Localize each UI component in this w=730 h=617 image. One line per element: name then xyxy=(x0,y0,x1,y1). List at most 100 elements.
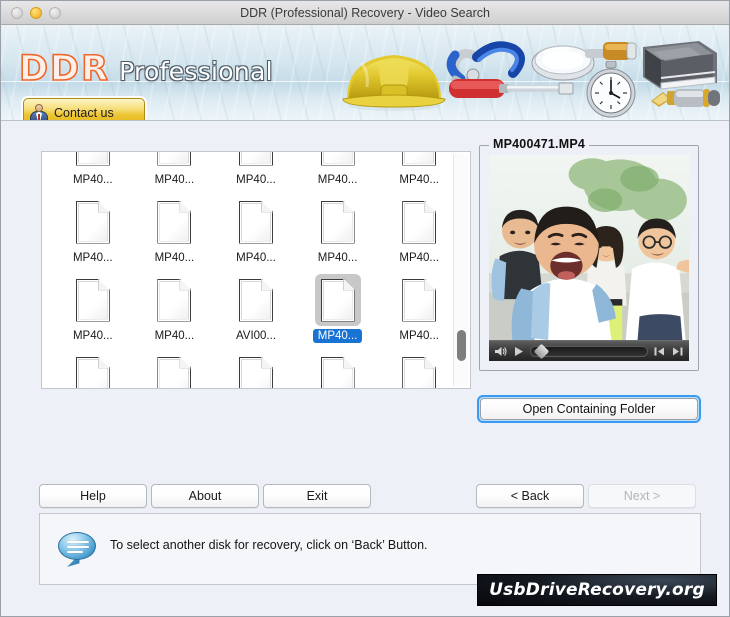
hard-hat-icon xyxy=(342,55,446,111)
file-item[interactable]: MP40... xyxy=(378,152,460,192)
file-item[interactable]: MP40... xyxy=(378,196,460,270)
file-icon-wrap xyxy=(70,152,116,170)
document-icon xyxy=(402,278,437,322)
file-icon-wrap xyxy=(151,152,197,170)
document-icon xyxy=(157,278,192,322)
file-item[interactable]: MP40... xyxy=(134,196,216,270)
document-icon xyxy=(157,200,192,244)
preview-file-name: MP400471.MP4 xyxy=(489,137,590,151)
file-name-label: MP40... xyxy=(399,252,439,264)
help-button[interactable]: Help xyxy=(39,484,147,508)
tools-illustration xyxy=(325,25,725,120)
minimize-button[interactable] xyxy=(30,6,42,19)
back-button[interactable]: < Back xyxy=(476,484,584,508)
file-name-label: MP40... xyxy=(72,252,113,264)
exit-button[interactable]: Exit xyxy=(263,484,371,508)
step-back-icon[interactable] xyxy=(653,345,666,358)
file-item[interactable] xyxy=(378,352,460,388)
about-button[interactable]: About xyxy=(151,484,259,508)
close-button[interactable] xyxy=(11,6,23,19)
speaker-icon[interactable] xyxy=(494,345,507,358)
file-item-selected[interactable]: MP40... xyxy=(297,274,379,348)
seek-slider[interactable] xyxy=(530,343,648,359)
file-icon-wrap xyxy=(396,196,442,248)
document-icon xyxy=(75,356,110,388)
file-icon-wrap xyxy=(314,274,361,326)
zoom-button[interactable] xyxy=(49,6,61,19)
file-grid: MP40... MP40... MP40... MP40... MP40... MP40.… xyxy=(42,152,470,388)
document-icon xyxy=(320,200,355,244)
file-item[interactable]: MP40... xyxy=(52,196,134,270)
file-list-panel[interactable]: MP40... MP40... MP40... MP40... MP40... MP40.… xyxy=(41,151,471,389)
stopwatch-icon xyxy=(586,61,636,118)
file-item[interactable]: MP40... xyxy=(215,152,297,192)
file-item[interactable]: MP40... xyxy=(134,274,216,348)
file-name-label: MP40... xyxy=(236,174,276,186)
file-item[interactable] xyxy=(297,352,379,388)
contact-us-button[interactable]: Contact us xyxy=(23,98,145,120)
file-name-label: MP40... xyxy=(72,330,113,342)
application-window: DDR (Professional) Recovery - Video Sear… xyxy=(0,0,730,617)
open-containing-folder-button[interactable]: Open Containing Folder xyxy=(480,398,698,420)
play-icon[interactable] xyxy=(512,345,525,358)
file-item[interactable] xyxy=(52,352,134,388)
watermark: UsbDriveRecovery.org xyxy=(477,574,717,606)
file-icon-wrap xyxy=(151,196,197,248)
document-icon xyxy=(238,152,273,166)
file-item[interactable]: AVI00... xyxy=(215,274,297,348)
file-item[interactable]: MP40... xyxy=(378,274,460,348)
file-icon-wrap xyxy=(70,352,116,388)
video-player[interactable] xyxy=(489,155,689,361)
speech-bubble-icon xyxy=(58,532,96,567)
file-name-label: MP40... xyxy=(154,252,195,264)
preview-group: MP400471.MP4 xyxy=(479,137,699,387)
file-icon-wrap xyxy=(233,152,279,170)
document-icon xyxy=(238,356,273,388)
file-item[interactable]: MP40... xyxy=(52,274,134,348)
file-item[interactable]: MP40... xyxy=(134,152,216,192)
document-icon xyxy=(320,152,355,166)
file-item[interactable]: MP40... xyxy=(215,196,297,270)
file-name-label: AVI00... xyxy=(235,330,277,342)
file-name-label: MP40... xyxy=(236,252,276,264)
file-list-scrollbar[interactable] xyxy=(453,154,468,386)
file-icon-wrap xyxy=(70,274,116,326)
file-item[interactable]: MP40... xyxy=(297,196,379,270)
header-banner: DDR Professional Contact us xyxy=(1,25,729,121)
seek-thumb[interactable] xyxy=(533,343,549,359)
file-name-label: MP40... xyxy=(312,329,363,343)
file-icon-wrap xyxy=(233,352,279,388)
watermark-text: UsbDriveRecovery.org xyxy=(489,580,705,600)
file-item[interactable]: MP40... xyxy=(297,152,379,192)
open-containing-folder-focus-ring: Open Containing Folder xyxy=(477,395,701,423)
document-icon xyxy=(402,200,437,244)
file-name-label: MP40... xyxy=(317,174,358,186)
main-content: MP40... MP40... MP40... MP40... MP40... MP40.… xyxy=(1,121,729,616)
file-icon-wrap xyxy=(233,274,279,326)
file-icon-wrap xyxy=(70,196,116,248)
file-item[interactable]: MP40... xyxy=(52,152,134,192)
file-item[interactable] xyxy=(215,352,297,388)
window-title: DDR (Professional) Recovery - Video Sear… xyxy=(240,5,490,20)
app-logo: DDR Professional xyxy=(18,48,273,90)
document-icon xyxy=(402,356,437,388)
logo-professional-text: Professional xyxy=(119,57,273,86)
step-forward-icon[interactable] xyxy=(671,345,684,358)
scrollbar-thumb[interactable] xyxy=(457,330,466,362)
document-icon xyxy=(157,356,192,388)
person-icon xyxy=(29,103,49,120)
file-name-label: MP40... xyxy=(399,174,439,186)
file-item[interactable] xyxy=(134,352,216,388)
document-icon xyxy=(75,152,110,166)
document-icon xyxy=(75,200,110,244)
logo-ddr-text: DDR xyxy=(18,48,111,90)
document-icon xyxy=(402,152,437,166)
document-icon xyxy=(75,278,110,322)
file-name-label: MP40... xyxy=(399,330,439,342)
document-icon xyxy=(238,200,273,244)
next-button: Next > xyxy=(588,484,696,508)
file-icon-wrap xyxy=(233,196,279,248)
file-name-label: MP40... xyxy=(72,174,113,186)
file-name-label: MP40... xyxy=(317,252,358,264)
file-icon-wrap xyxy=(151,274,197,326)
